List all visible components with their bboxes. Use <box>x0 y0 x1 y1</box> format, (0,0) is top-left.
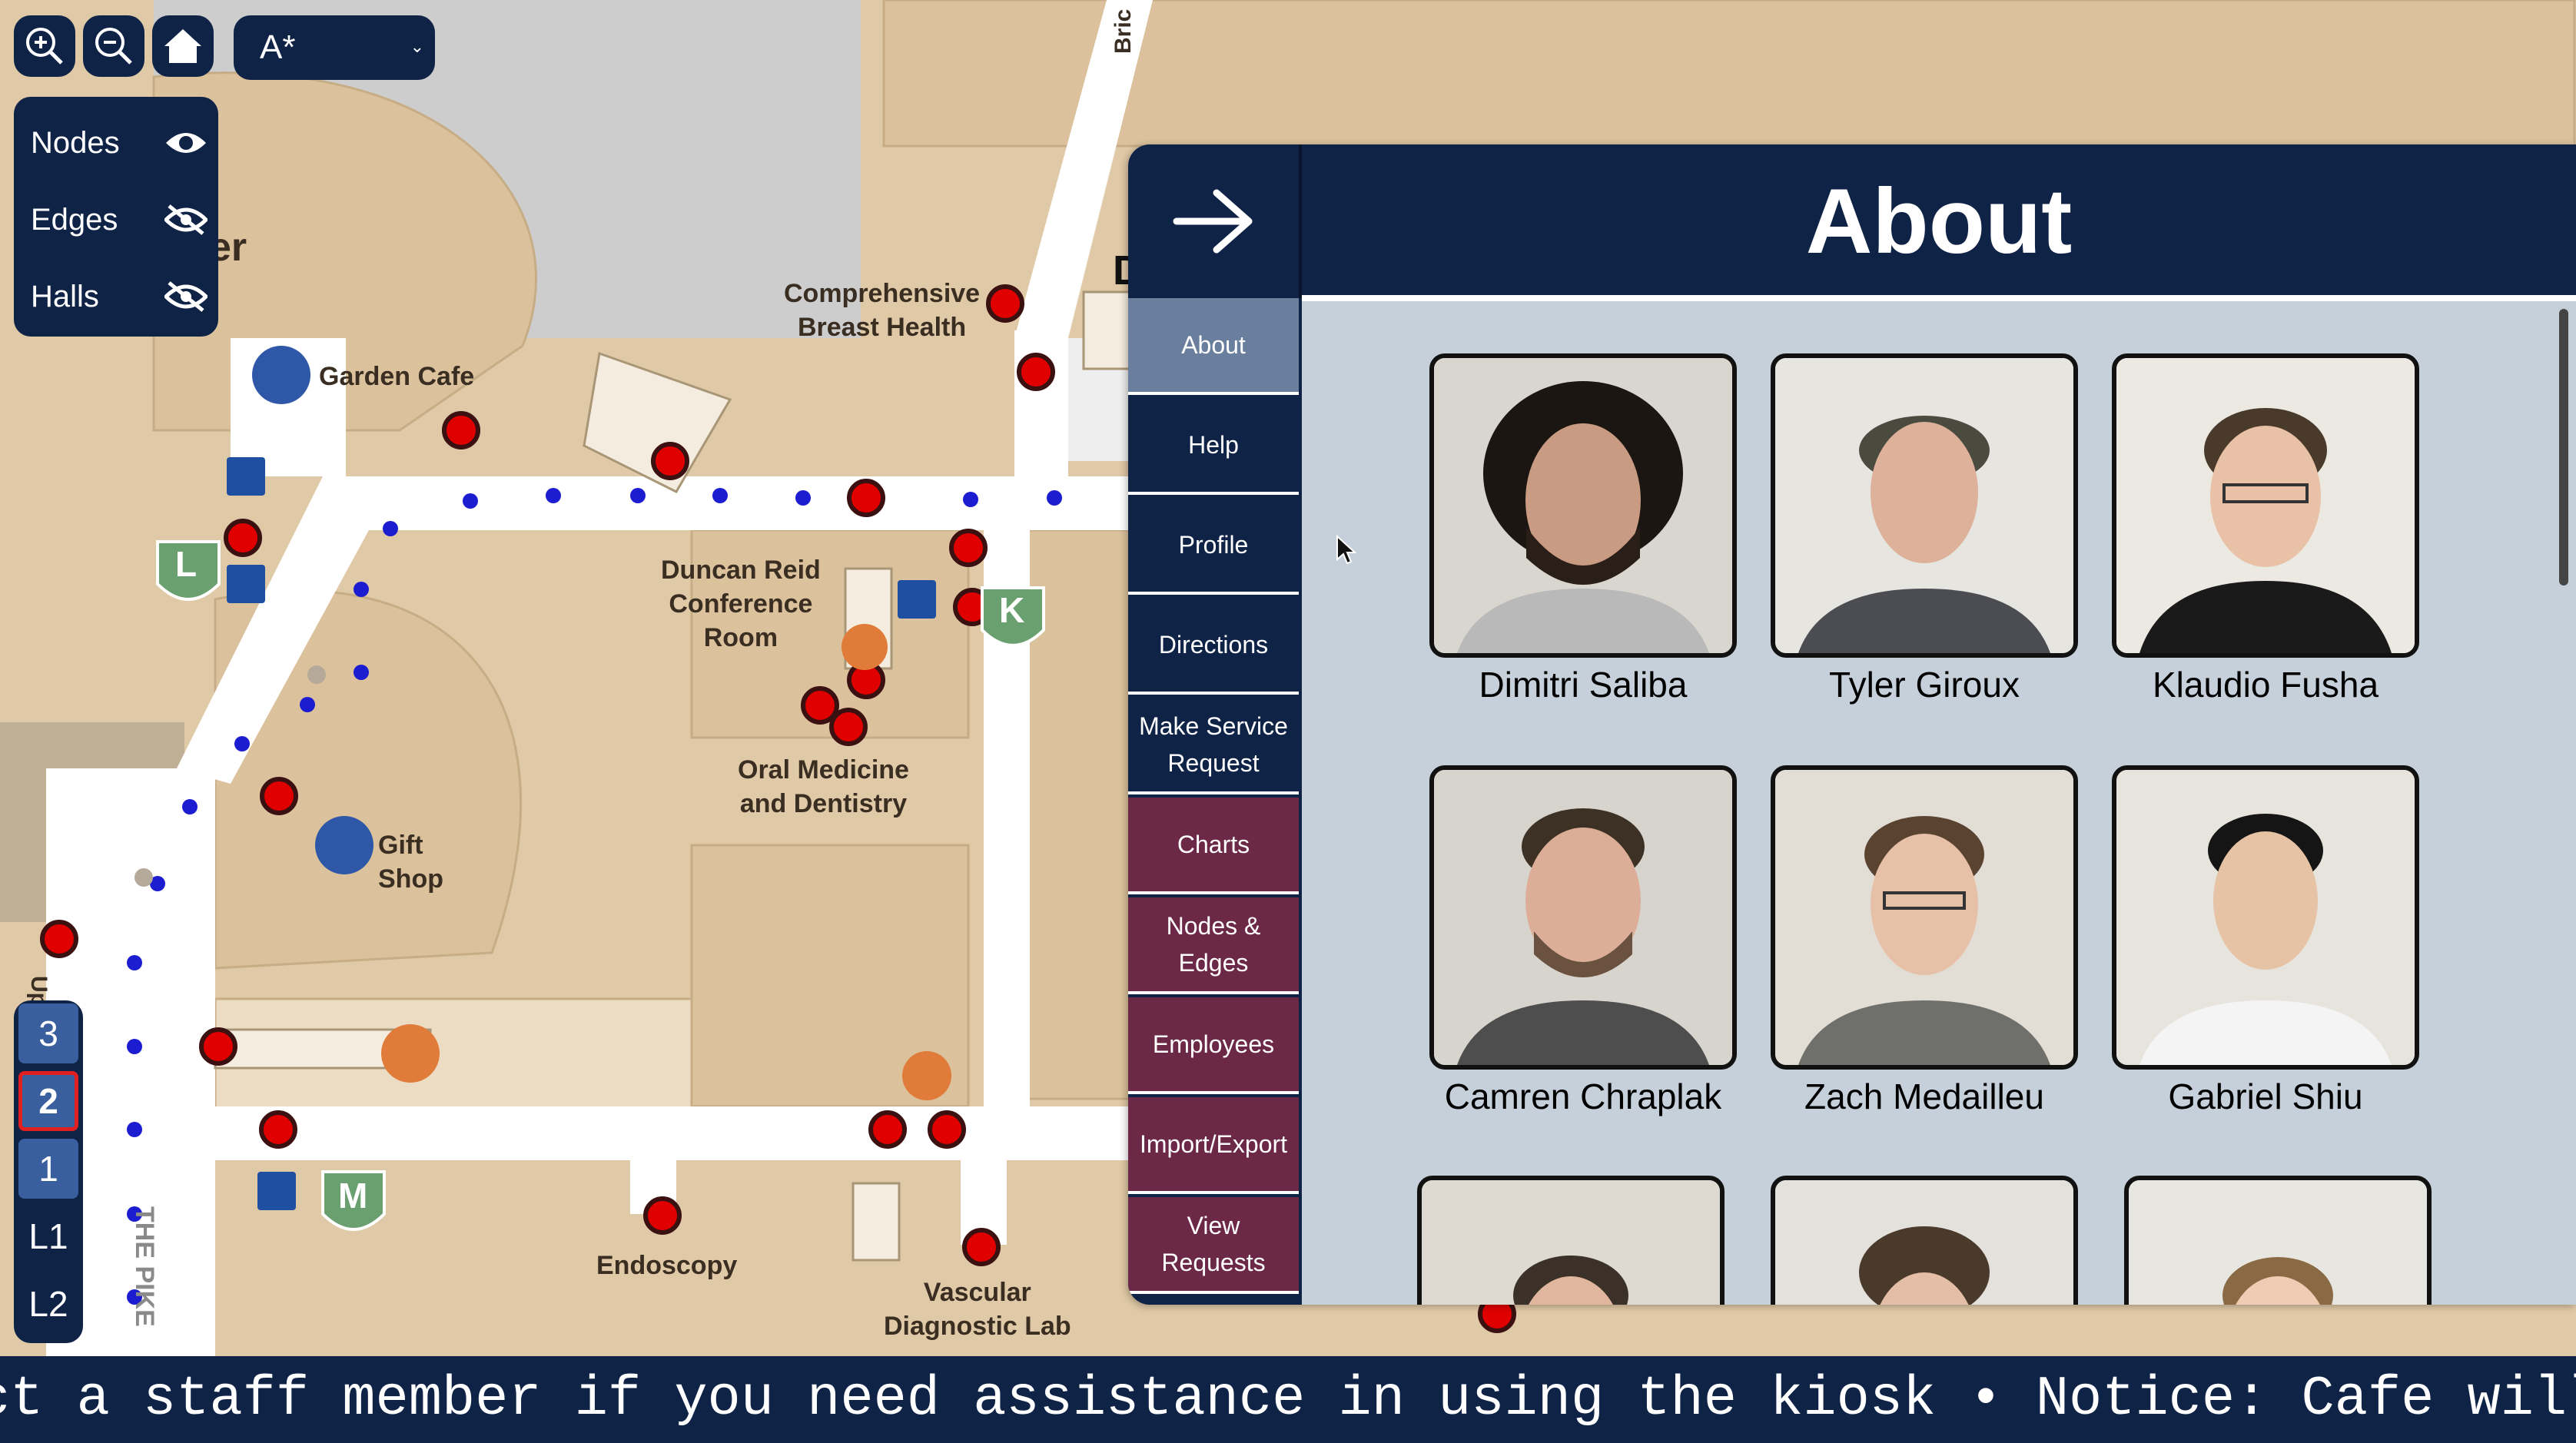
layer-toggle-halls[interactable]: Halls <box>31 274 207 320</box>
team-name: Camren Chraplak <box>1444 1076 1722 1116</box>
zoom-in-icon <box>26 28 63 65</box>
sidebar-item-profile[interactable]: Profile <box>1128 498 1299 595</box>
about-panel: About About Help Profile Directions Make… <box>1128 144 2576 1305</box>
floor-button-3[interactable]: 3 <box>18 1003 78 1063</box>
vascular-lab-label: Vascular Diagnostic Lab <box>884 1278 1071 1341</box>
team-card <box>1771 1176 2078 1305</box>
team-photo <box>1771 1176 2078 1305</box>
floor-button-2[interactable]: 2 <box>18 1071 78 1131</box>
the-pike-label: THE PIKE <box>130 1206 159 1327</box>
chevron-down-icon: ⌄ <box>410 37 424 56</box>
sidebar-item-directions[interactable]: Directions <box>1128 598 1299 695</box>
sidebar-item-employees[interactable]: Employees <box>1128 997 1299 1094</box>
eye-off-icon <box>164 204 207 235</box>
marker-m: M <box>338 1176 368 1216</box>
layer-label-halls: Halls <box>31 279 99 313</box>
team-card: Dimitri Saliba <box>1429 353 1737 705</box>
team-card: Tyler Giroux <box>1771 353 2078 705</box>
algorithm-value: A* <box>260 28 296 66</box>
garden-cafe-label: Garden Cafe <box>319 362 475 391</box>
team-photo <box>2124 1176 2432 1305</box>
sidebar-nav: About Help Profile Directions Make Servi… <box>1128 298 1299 1305</box>
marker-k: K <box>999 590 1025 630</box>
team-name: Tyler Giroux <box>1829 665 2020 705</box>
sidebar-item-about[interactable]: About <box>1128 298 1299 395</box>
marker-l: L <box>175 544 198 584</box>
gift-shop-label: Gift Shop <box>378 831 443 894</box>
layer-toggle-nodes[interactable]: Nodes <box>31 120 207 166</box>
team-card: Zach Medailleu <box>1771 765 2078 1117</box>
team-card: Gabriel Shiu <box>2112 765 2419 1117</box>
floor-button-l1[interactable]: L1 <box>18 1206 78 1266</box>
sidebar-item-service-request[interactable]: Make Service Request <box>1128 698 1299 794</box>
home-icon <box>164 29 201 63</box>
sidebar-item-nodes-edges[interactable]: Nodes & Edges <box>1128 897 1299 994</box>
team-card <box>2124 1176 2432 1305</box>
floor-button-1[interactable]: 1 <box>18 1139 78 1199</box>
team-photo <box>1771 353 2078 658</box>
team-name: Gabriel Shiu <box>2168 1076 2363 1116</box>
panel-title: About <box>1805 170 2073 273</box>
team-photo <box>1429 353 1737 658</box>
team-card: Klaudio Fusha <box>2112 353 2419 705</box>
layer-toggle-edges[interactable]: Edges <box>31 197 207 243</box>
zoom-out-icon <box>95 28 132 65</box>
floor-button-l2[interactable]: L2 <box>18 1274 78 1334</box>
home-button[interactable] <box>152 15 214 77</box>
sidebar-item-charts[interactable]: Charts <box>1128 798 1299 894</box>
team-grid[interactable]: Dimitri Saliba Tyler Giroux Klaudio Fush… <box>1302 301 2576 1305</box>
eye-off-icon <box>164 281 207 312</box>
title-rule <box>1302 295 2576 301</box>
sidebar-item-view-requests[interactable]: View Requests <box>1128 1197 1299 1294</box>
mouse-cursor-icon <box>1336 535 1357 565</box>
arrow-right-icon <box>1173 189 1253 254</box>
sidebar-item-import-export[interactable]: Import/Export <box>1128 1097 1299 1194</box>
layer-label-edges: Edges <box>31 202 118 237</box>
team-name: Zach Medailleu <box>1804 1076 2044 1116</box>
team-photo <box>2112 765 2419 1070</box>
zoom-out-button[interactable] <box>83 15 144 77</box>
team-card: Camren Chraplak <box>1429 765 1737 1117</box>
team-name: Dimitri Saliba <box>1479 665 1688 705</box>
team-photo <box>1771 765 2078 1070</box>
duncan-reid-label: Duncan Reid Conference Room <box>661 556 821 652</box>
close-panel-button[interactable] <box>1128 144 1300 298</box>
announcement-ticker: ct a staff member if you need assistance… <box>0 1356 2576 1443</box>
comprehensive-breast-health-label: Comprehensive Breast Health <box>784 279 981 342</box>
sidebar-item-help[interactable]: Help <box>1128 398 1299 495</box>
team-photo <box>2112 353 2419 658</box>
scrollbar[interactable] <box>2559 309 2568 585</box>
endoscopy-label: Endoscopy <box>596 1251 738 1280</box>
team-photo <box>1417 1176 1725 1305</box>
eye-icon <box>166 133 206 153</box>
oral-medicine-label: Oral Medicine and Dentistry <box>738 755 909 818</box>
layer-toggle-panel: Nodes Edges Halls <box>14 97 218 337</box>
ticker-text: ct a staff member if you need assistance… <box>0 1368 2576 1431</box>
team-card <box>1417 1176 1725 1305</box>
floor-selector: 3 2 1 L1 L2 <box>14 1000 83 1343</box>
team-name: Klaudio Fusha <box>2152 665 2379 705</box>
team-photo <box>1429 765 1737 1070</box>
bric-label: Bric <box>1110 8 1136 54</box>
layer-label-nodes: Nodes <box>31 125 120 160</box>
algorithm-select[interactable]: A* ⌄ <box>234 15 435 80</box>
zoom-in-button[interactable] <box>14 15 75 77</box>
